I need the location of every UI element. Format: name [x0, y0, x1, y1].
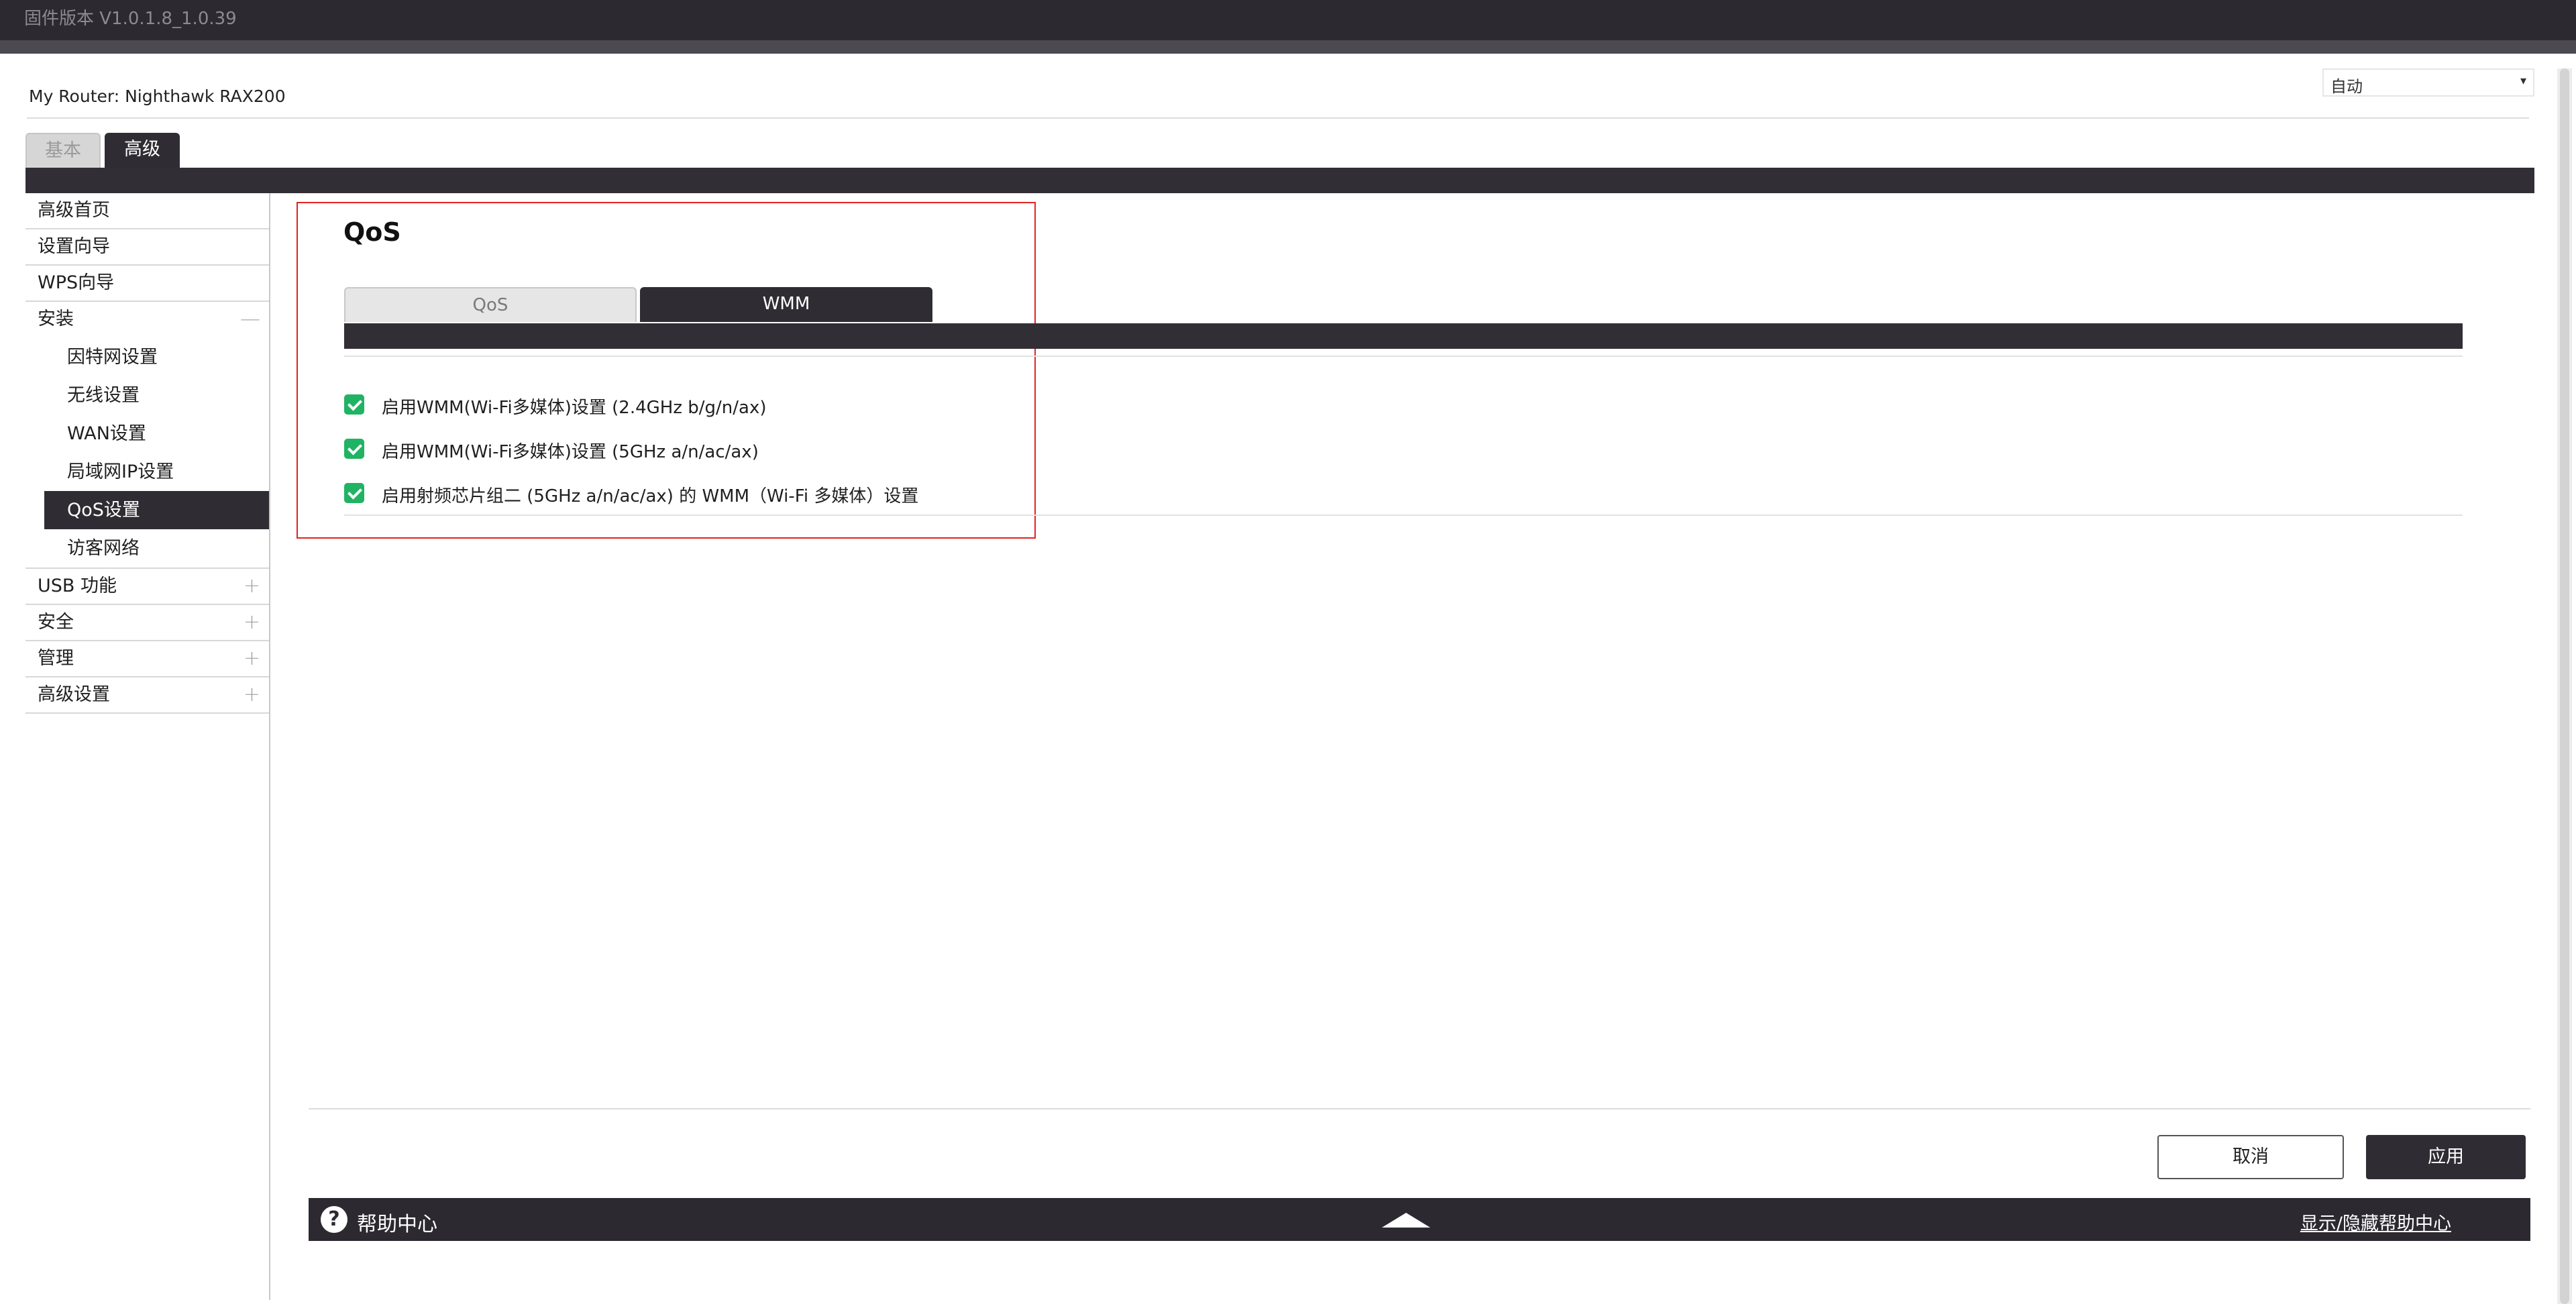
sidebar-item-management[interactable]: 管理 +: [25, 641, 270, 677]
page-scrollbar[interactable]: [2557, 68, 2572, 1304]
collapse-icon[interactable]: —: [240, 302, 260, 337]
help-icon[interactable]: ?: [321, 1206, 347, 1233]
language-selected: 自动: [2330, 77, 2363, 96]
sub-tab-bar: [344, 323, 2463, 349]
sidebar-item-label: 管理: [38, 648, 74, 669]
checkbox-checked-icon[interactable]: [344, 483, 364, 503]
sidebar-item-wps-wizard[interactable]: WPS向导: [25, 266, 270, 302]
sidebar-item-label: 安全: [38, 612, 74, 633]
sidebar: 高级首页 设置向导 WPS向导 安装 — 因特网设置 无线设置 WAN设置 局域…: [25, 193, 270, 714]
sidebar-item-security[interactable]: 安全 +: [25, 605, 270, 641]
top-bar-strip: [0, 40, 2576, 54]
tab-basic[interactable]: 基本: [25, 133, 101, 168]
wmm-24ghz-label: 启用WMM(Wi-Fi多媒体)设置 (2.4GHz b/g/n/ax): [382, 398, 767, 418]
top-bar: 固件版本 V1.0.1.8_1.0.39: [0, 0, 2576, 40]
expand-icon[interactable]: +: [244, 569, 260, 604]
expand-arrow-icon[interactable]: [1382, 1213, 1430, 1228]
sidebar-item-label: USB 功能: [38, 576, 117, 596]
tab-qos[interactable]: QoS: [344, 287, 637, 322]
router-model: Nighthawk RAX200: [125, 87, 286, 106]
router-name: My Router: Nighthawk RAX200: [29, 87, 286, 106]
sidebar-subitem-qos[interactable]: QoS设置: [44, 491, 270, 529]
sidebar-subitem-lan[interactable]: 局域网IP设置: [25, 453, 270, 491]
sidebar-item-label: WPS向导: [38, 272, 115, 293]
section-divider: [344, 356, 2463, 357]
expand-icon[interactable]: +: [244, 605, 260, 640]
sidebar-subitem-guest[interactable]: 访客网络: [25, 529, 270, 569]
wmm-5ghz-label: 启用WMM(Wi-Fi多媒体)设置 (5GHz a/n/ac/ax): [382, 442, 759, 462]
sidebar-subitem-wan[interactable]: WAN设置: [25, 415, 270, 453]
sidebar-item-advanced-settings[interactable]: 高级设置 +: [25, 677, 270, 714]
checkbox-checked-icon[interactable]: [344, 439, 364, 459]
toggle-help-link[interactable]: 显示/隐藏帮助中心: [2300, 1209, 2451, 1235]
sidebar-item-label: 高级设置: [38, 684, 110, 705]
sidebar-item-label: 设置向导: [38, 236, 110, 257]
sidebar-item-label: 安装: [38, 309, 74, 329]
help-center-bar: ? 帮助中心 显示/隐藏帮助中心: [309, 1198, 2530, 1241]
sidebar-item-setup-wizard[interactable]: 设置向导: [25, 229, 270, 266]
apply-button[interactable]: 应用: [2366, 1135, 2526, 1179]
tab-wmm[interactable]: WMM: [640, 287, 932, 322]
sidebar-item-advanced-home[interactable]: 高级首页: [25, 193, 270, 229]
sidebar-item-setup[interactable]: 安装 —: [25, 302, 270, 338]
cancel-button[interactable]: 取消: [2157, 1135, 2344, 1179]
main-tab-bar: [25, 168, 2534, 193]
expand-icon[interactable]: +: [244, 641, 260, 676]
firmware-version: 固件版本 V1.0.1.8_1.0.39: [24, 9, 237, 29]
sidebar-item-usb[interactable]: USB 功能 +: [25, 569, 270, 605]
tab-advanced[interactable]: 高级: [105, 133, 180, 168]
help-center-title: 帮助中心: [357, 1213, 437, 1236]
header-divider: [27, 117, 2529, 119]
sidebar-subitem-wireless[interactable]: 无线设置: [25, 376, 270, 415]
sidebar-item-label: 高级首页: [38, 200, 110, 221]
sidebar-divider: [269, 193, 270, 1300]
expand-icon[interactable]: +: [244, 677, 260, 712]
checkbox-checked-icon[interactable]: [344, 394, 364, 415]
chevron-down-icon: ▾: [2520, 74, 2526, 88]
language-select[interactable]: 自动 ▾: [2322, 68, 2534, 97]
router-label: My Router:: [29, 87, 120, 106]
footer-divider: [309, 1108, 2530, 1109]
scrollbar-thumb[interactable]: [2560, 68, 2569, 1304]
options-divider: [344, 514, 2463, 516]
page-title: QoS: [343, 217, 401, 247]
wmm-radio2-label: 启用射频芯片组二 (5GHz a/n/ac/ax) 的 WMM（Wi-Fi 多媒…: [382, 486, 919, 506]
sidebar-subitem-internet[interactable]: 因特网设置: [25, 338, 270, 376]
